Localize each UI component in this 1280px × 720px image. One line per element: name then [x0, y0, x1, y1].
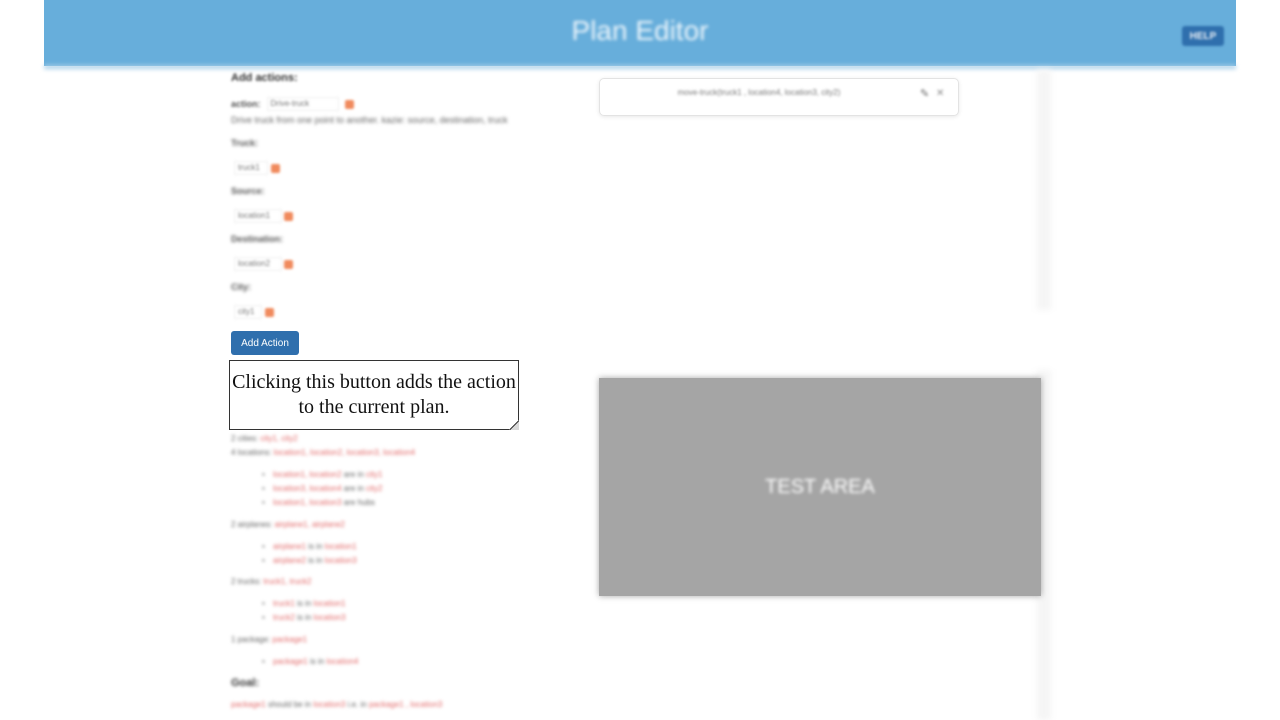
packages-line: 1 package: package1 — [231, 635, 307, 644]
divider-gap — [1030, 310, 1060, 370]
fact-object: location3 — [324, 556, 357, 565]
goal-heading: Goal: — [231, 677, 260, 689]
list-item: airplane1 is in location1 — [262, 542, 357, 551]
packages-prefix: 1 package: — [231, 635, 271, 644]
fact-relation: are hubs — [343, 498, 375, 507]
callout-text: Clicking this button adds the action to … — [232, 371, 516, 418]
goal-relation: should be in — [267, 700, 312, 709]
fact-relation: is in — [308, 556, 323, 565]
close-icon[interactable]: ✕ — [936, 88, 946, 100]
goal-package: package1 — [231, 700, 266, 709]
fact-relation: is in — [297, 599, 312, 608]
action-label: action: — [231, 99, 261, 109]
tutorial-callout: Clicking this button adds the action to … — [229, 360, 519, 430]
list-item: package1 is in location4 — [262, 657, 358, 666]
locations-line: 4 locations: location1, location2, locat… — [231, 448, 415, 457]
fact-subject: location1, location3 — [273, 498, 342, 507]
goal-line: package1 should be in location3 i.e. in … — [231, 700, 442, 709]
cities-line: 2 cities: city1, city2 — [231, 434, 298, 443]
city-label: City: — [231, 282, 251, 292]
fact-subject: truck2 — [273, 613, 295, 622]
fact-subject: truck1 — [273, 599, 295, 608]
fact-subject: airplane1 — [273, 542, 306, 551]
source-label: Source: — [231, 186, 265, 196]
fact-object: location4 — [326, 657, 359, 666]
edit-icon[interactable]: ✎ — [920, 88, 932, 100]
destination-param-row: location2 — [234, 257, 293, 271]
cities-prefix: 2 cities: — [231, 434, 259, 443]
fact-subject: package1 — [273, 657, 308, 666]
cities-list: city1, city2 — [260, 434, 298, 443]
fact-object: location3 — [313, 613, 346, 622]
help-button[interactable]: HELP — [1182, 26, 1224, 46]
destination-label: Destination: — [231, 234, 284, 244]
goal-tuple: package1 , location3 — [368, 700, 443, 709]
fact-relation: is in — [308, 542, 323, 551]
packages-list: package1 — [272, 635, 308, 644]
airplanes-line: 2 airplanes: airplane1, airplane2 — [231, 520, 345, 529]
add-actions-heading: Add actions: — [231, 72, 298, 84]
source-select[interactable]: location1 — [234, 209, 282, 223]
list-item: truck1 is in location1 — [262, 599, 346, 608]
required-marker-icon — [344, 99, 354, 109]
fact-object: city1 — [366, 470, 383, 479]
trucks-list: truck1, truck2 — [263, 577, 312, 586]
app-title: Plan Editor — [571, 15, 709, 46]
list-item: location3, location4 are in city2 — [262, 484, 382, 493]
city-param-row: city1 — [234, 305, 274, 319]
required-marker-icon — [271, 163, 280, 173]
action-select[interactable]: Drive-truck — [266, 97, 339, 111]
trucks-line: 2 trucks: truck1, truck2 — [231, 577, 311, 586]
action-description: Drive truck from one point to another. k… — [231, 115, 508, 125]
test-area-label: TEST AREA — [765, 476, 875, 498]
locations-list: location1, location2, location3, locatio… — [273, 448, 416, 457]
required-marker-icon — [284, 259, 293, 269]
required-marker-icon — [265, 307, 274, 317]
fact-relation: is in — [297, 613, 312, 622]
source-param-row: location1 — [234, 209, 293, 223]
plan-panel: move-truck(truck1 , location4, location3… — [599, 78, 959, 116]
list-item: location1, location3 are hubs — [262, 498, 375, 507]
locations-prefix: 4 locations: — [231, 448, 272, 457]
airplanes-prefix: 2 airplanes: — [231, 520, 273, 529]
truck-select[interactable]: truck1 — [234, 161, 268, 175]
goal-location: location3 — [313, 700, 346, 709]
plan-step[interactable]: move-truck(truck1 , location4, location3… — [600, 88, 918, 97]
fact-subject: location3, location4 — [273, 484, 342, 493]
fact-subject: location1, location2 — [273, 470, 342, 479]
folded-corner-icon — [509, 420, 519, 430]
required-marker-icon — [284, 211, 293, 221]
fact-relation: are in — [343, 470, 364, 479]
app-header: Plan Editor HELP — [44, 0, 1236, 66]
city-select[interactable]: city1 — [234, 305, 262, 319]
fact-object: location1 — [313, 599, 346, 608]
fact-object: location1 — [324, 542, 357, 551]
fact-relation: are in — [343, 484, 364, 493]
destination-select[interactable]: location2 — [234, 257, 282, 271]
fact-subject: airplane2 — [273, 556, 306, 565]
fact-relation: is in — [309, 657, 325, 666]
airplanes-list: airplane1, airplane2 — [274, 520, 345, 529]
truck-label: Truck: — [231, 138, 259, 148]
add-action-button[interactable]: Add Action — [231, 331, 299, 355]
trucks-prefix: 2 trucks: — [231, 577, 262, 586]
list-item: location1, location2 are in city1 — [262, 470, 382, 479]
truck-param-row: truck1 — [234, 161, 280, 175]
fact-object: city2 — [366, 484, 383, 493]
action-row: action: Drive-truck — [231, 97, 354, 111]
goal-rest: i.e. in — [347, 700, 367, 709]
list-item: airplane2 is in location3 — [262, 556, 357, 565]
list-item: truck2 is in location3 — [262, 613, 346, 622]
test-area[interactable]: TEST AREA — [599, 378, 1041, 596]
